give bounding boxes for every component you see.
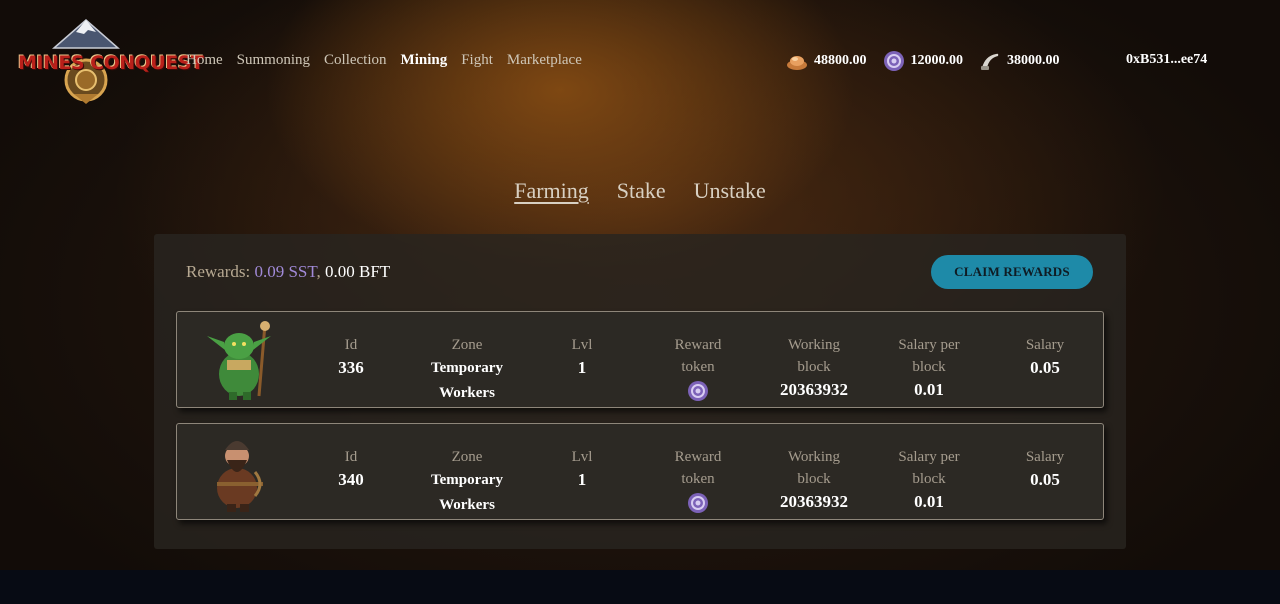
logo[interactable]: MINES CONQUEST	[18, 18, 204, 104]
rewards-separator: ,	[316, 262, 326, 281]
working-block-label-line1: Working	[787, 337, 841, 353]
salary-per-block-value: 0.01	[914, 380, 944, 399]
tab-farming[interactable]: Farming	[514, 178, 589, 204]
worker-lvl: Lvl 1	[532, 334, 632, 380]
worker-salary: Salary 0.05	[995, 446, 1095, 492]
zone-label: Zone	[451, 337, 483, 353]
worker-id: Id 336	[301, 334, 401, 380]
reward-token-label-line1: Reward	[674, 449, 722, 465]
purple-spiral-token-icon	[687, 492, 709, 514]
reward-token-label-line2: token	[681, 359, 715, 375]
nav-home[interactable]: Home	[186, 52, 223, 69]
working-block-value: 20363932	[780, 492, 848, 511]
id-value: 336	[338, 358, 364, 377]
lvl-value: 1	[577, 358, 587, 377]
rewards-sst: 0.09 SST	[254, 262, 317, 281]
rewards-label: Rewards:	[186, 262, 255, 281]
horn-icon	[979, 50, 1001, 72]
purple-spiral-token-icon	[883, 50, 905, 72]
zone-value-line2: Workers	[439, 497, 495, 513]
zone-value-line1: Temporary	[431, 472, 503, 488]
salary-label: Salary	[1025, 337, 1065, 353]
balance-bft-value: 38000.00	[1007, 53, 1060, 68]
tab-unstake[interactable]: Unstake	[694, 178, 766, 204]
balance-bft: 38000.00	[979, 50, 1060, 72]
rewards-bft: 0.00 BFT	[325, 262, 391, 281]
id-label: Id	[344, 449, 358, 465]
nav-fight[interactable]: Fight	[461, 52, 493, 69]
lvl-value: 1	[577, 470, 587, 489]
zone-value-line1: Temporary	[431, 360, 503, 376]
wallet-address[interactable]: 0xB531...ee74	[1126, 52, 1207, 68]
nav-collection[interactable]: Collection	[324, 52, 387, 69]
worker-card[interactable]: Id 340 Zone Temporary Workers Lvl 1 Rewa…	[176, 423, 1104, 520]
balance-ore: 48800.00	[786, 50, 867, 72]
footer-band	[0, 570, 1280, 604]
salary-per-block-value: 0.01	[914, 492, 944, 511]
nav-mining[interactable]: Mining	[401, 52, 448, 69]
salary-per-block-label-line2: block	[912, 471, 946, 487]
worker-salary-per-block: Salary per block 0.01	[879, 334, 979, 402]
reward-token-label-line1: Reward	[674, 337, 722, 353]
salary-per-block-label-line2: block	[912, 359, 946, 375]
salary-value: 0.05	[1030, 470, 1060, 489]
worker-salary-per-block: Salary per block 0.01	[879, 446, 979, 514]
balance-ore-value: 48800.00	[814, 53, 867, 68]
lvl-label: Lvl	[571, 449, 593, 465]
zone-value-line2: Workers	[439, 385, 495, 401]
worker-id: Id 340	[301, 446, 401, 492]
reward-token-label-line2: token	[681, 471, 715, 487]
balance-sst: 12000.00	[883, 50, 964, 72]
salary-per-block-label-line1: Salary per	[898, 337, 960, 353]
salary-value: 0.05	[1030, 358, 1060, 377]
salary-per-block-label-line1: Salary per	[898, 449, 960, 465]
rewards-summary: Rewards: 0.09 SST, 0.00 BFT	[186, 262, 390, 282]
logo-text: MINES CONQUEST	[18, 52, 204, 74]
id-value: 340	[338, 470, 364, 489]
tab-stake[interactable]: Stake	[617, 178, 666, 204]
mining-tabs: Farming Stake Unstake	[0, 178, 1280, 204]
worker-zone: Zone Temporary Workers	[417, 334, 517, 406]
working-block-label-line2: block	[797, 471, 831, 487]
worker-lvl: Lvl 1	[532, 446, 632, 492]
worker-working-block: Working block 20363932	[764, 446, 864, 514]
working-block-label-line2: block	[797, 359, 831, 375]
working-block-value: 20363932	[780, 380, 848, 399]
worker-reward-token: Reward token	[648, 334, 748, 407]
worker-working-block: Working block 20363932	[764, 334, 864, 402]
salary-label: Salary	[1025, 449, 1065, 465]
worker-zone: Zone Temporary Workers	[417, 446, 517, 518]
id-label: Id	[344, 337, 358, 353]
ore-pile-icon	[786, 50, 808, 72]
worker-salary: Salary 0.05	[995, 334, 1095, 380]
balance-sst-value: 12000.00	[910, 53, 964, 68]
purple-spiral-token-icon	[687, 380, 709, 402]
zone-label: Zone	[451, 449, 483, 465]
balances: 48800.00 12000.00 38000.00	[786, 50, 1076, 72]
worker-reward-token: Reward token	[648, 446, 748, 519]
lvl-label: Lvl	[571, 337, 593, 353]
goblin-shaman-icon	[199, 316, 279, 402]
farming-panel: Rewards: 0.09 SST, 0.00 BFT CLAIM REWARD…	[154, 234, 1126, 549]
claim-rewards-button[interactable]: CLAIM REWARDS	[931, 255, 1093, 289]
nav-summoning[interactable]: Summoning	[237, 52, 310, 69]
main-nav: Home Summoning Collection Mining Fight M…	[186, 52, 596, 69]
worker-card[interactable]: Id 336 Zone Temporary Workers Lvl 1 Rewa…	[176, 311, 1104, 408]
working-block-label-line1: Working	[787, 449, 841, 465]
dwarf-crossbowman-icon	[199, 428, 279, 514]
nav-marketplace[interactable]: Marketplace	[507, 52, 582, 69]
